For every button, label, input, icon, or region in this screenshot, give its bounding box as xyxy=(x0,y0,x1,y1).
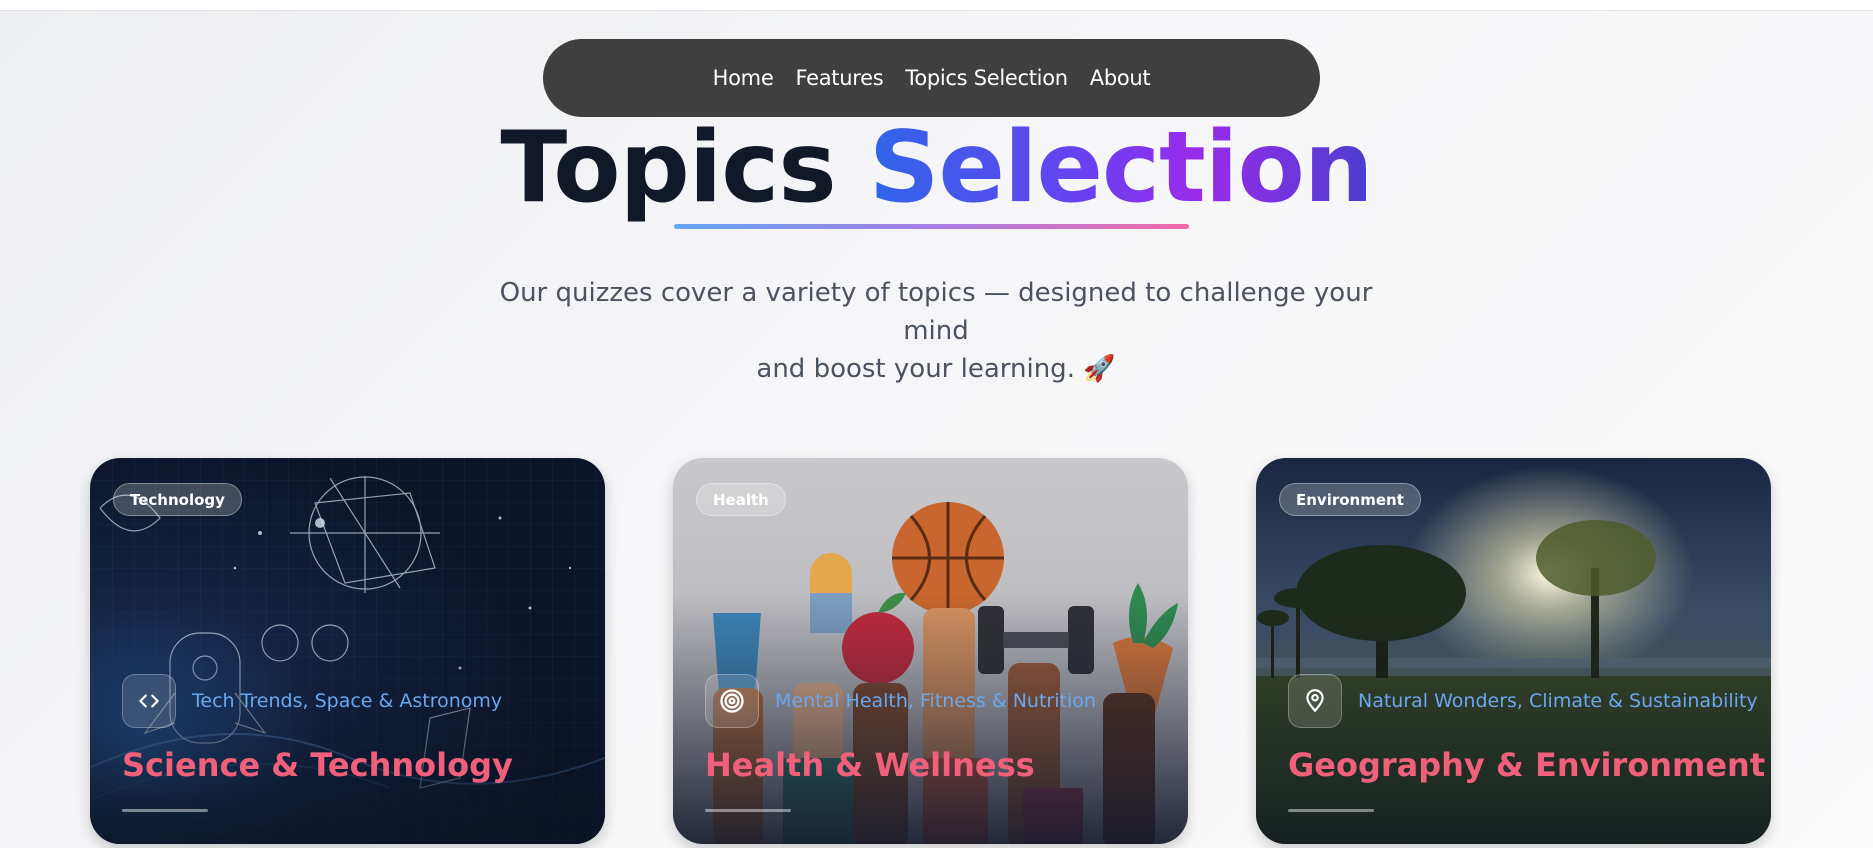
code-icon xyxy=(122,674,176,728)
top-bar xyxy=(0,0,1873,11)
page-subtitle: Our quizzes cover a variety of topics — … xyxy=(486,274,1386,388)
title-underline xyxy=(674,224,1189,229)
target-icon xyxy=(705,674,759,728)
nav-topics-link[interactable]: Topics Selection xyxy=(905,66,1068,90)
page-title-part2: Selection xyxy=(868,111,1374,225)
topic-card-geography-environment[interactable]: Environment Natural Wonders, Climate & S… xyxy=(1256,458,1771,844)
topic-card-science-technology[interactable]: Technology Tech Trends, Space & Astronom… xyxy=(90,458,605,844)
category-badge: Health xyxy=(696,483,786,516)
card-tagline: Mental Health, Fitness & Nutrition xyxy=(775,690,1096,712)
card-divider xyxy=(1288,809,1374,812)
card-title: Health & Wellness xyxy=(705,746,1035,784)
category-badge: Environment xyxy=(1279,483,1421,516)
card-title: Geography & Environment xyxy=(1288,746,1766,784)
card-tagline: Tech Trends, Space & Astronomy xyxy=(192,690,503,712)
card-divider xyxy=(705,809,791,812)
nav-home-link[interactable]: Home xyxy=(713,66,774,90)
map-pin-icon xyxy=(1288,674,1342,728)
card-tagline: Natural Wonders, Climate & Sustainabilit… xyxy=(1358,690,1758,712)
subtitle-line-2: and boost your learning. 🚀 xyxy=(756,354,1116,384)
page-title-part1: Topics xyxy=(500,111,836,225)
nav-features-link[interactable]: Features xyxy=(795,66,883,90)
nav-about-link[interactable]: About xyxy=(1090,66,1151,90)
card-title: Science & Technology xyxy=(122,746,513,784)
card-divider xyxy=(122,809,208,812)
topic-card-health-wellness[interactable]: Health Mental Health, Fitness & Nutritio… xyxy=(673,458,1188,844)
page-title: Topics Selection xyxy=(0,112,1873,225)
subtitle-line-1: Our quizzes cover a variety of topics — … xyxy=(499,278,1373,346)
main-nav: Home Features Topics Selection About xyxy=(543,39,1320,117)
category-badge: Technology xyxy=(113,483,242,516)
